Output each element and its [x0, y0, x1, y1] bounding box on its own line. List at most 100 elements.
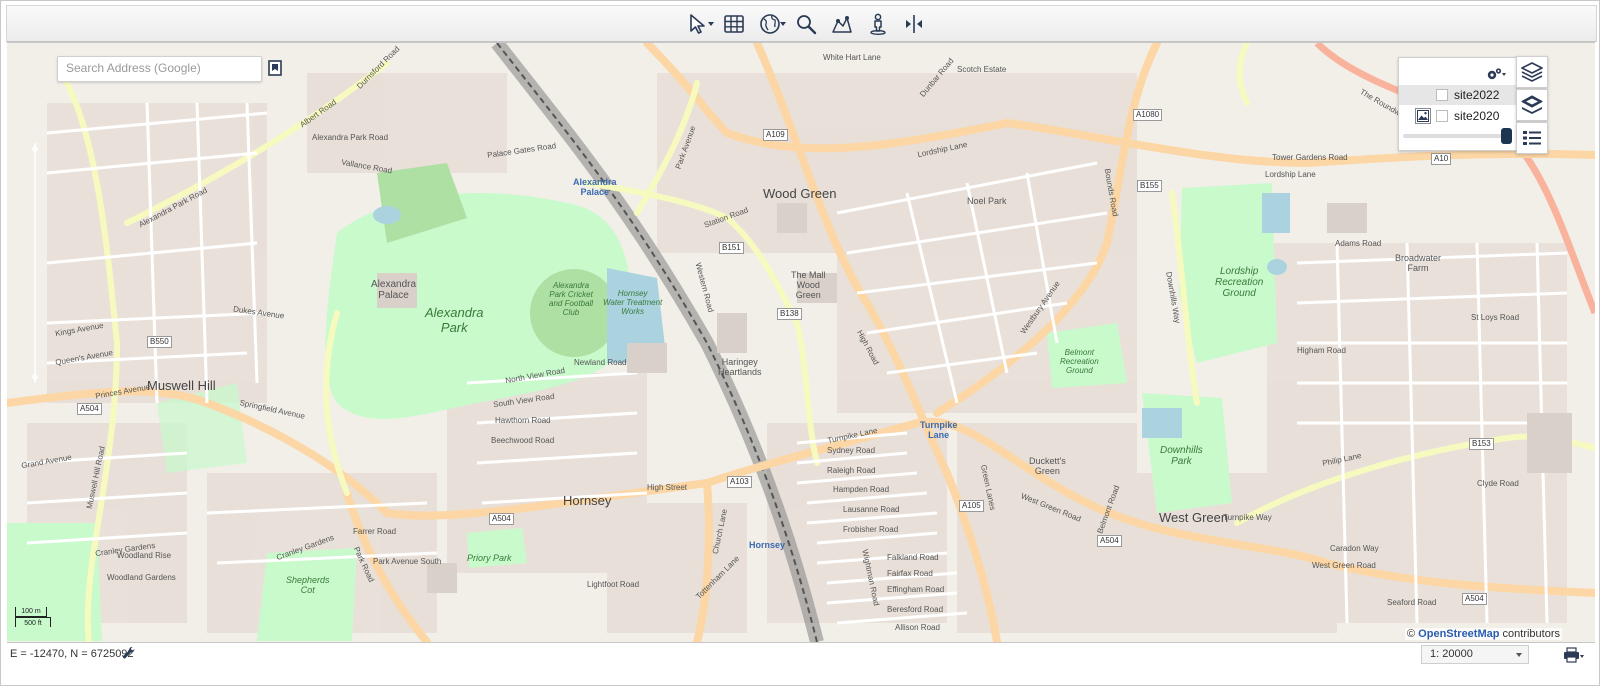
park-label-alexandra-park: Alexandra Park — [425, 305, 484, 335]
basemap-layers-button[interactable] — [1516, 56, 1548, 88]
road-shield-a504-west: A504 — [77, 403, 102, 415]
print-button[interactable] — [1558, 645, 1590, 665]
map-pins-icon — [832, 16, 852, 33]
road-label-lausanne-road: Lausanne Road — [843, 505, 900, 514]
place-label-alexandra-palace: Alexandra Palace — [371, 279, 417, 301]
road-label-turnpike-way: Turnpike Way — [1223, 513, 1272, 522]
road-shield-b151: B151 — [719, 242, 744, 254]
road-label-raleigh-road: Raleigh Road — [827, 466, 876, 475]
place-label-wood-green: Wood Green — [763, 186, 837, 201]
legend-button[interactable] — [1516, 122, 1548, 154]
swipe-tool-button[interactable] — [899, 10, 929, 38]
road-label-white-hart-lane: White Hart Lane — [823, 53, 881, 62]
road-label-falkland-road: Falkland Road — [887, 553, 939, 562]
road-label-effingham-road: Effingham Road — [887, 585, 945, 594]
cursor-arrow-icon — [690, 14, 705, 34]
road-shield-a103: A103 — [727, 476, 752, 488]
road-shield-a504-east: A504 — [1097, 535, 1122, 547]
road-label-farrer-road: Farrer Road — [353, 527, 397, 536]
station-label-turnpike-lane[interactable]: Turnpike Lane — [920, 420, 957, 440]
road-shield-a109: A109 — [763, 129, 788, 141]
magnifier-icon — [797, 15, 817, 35]
layers-icon — [1521, 62, 1543, 82]
wrench-icon — [122, 646, 135, 659]
app-window: Wood Green Muswell Hill Hornsey West Gre… — [0, 0, 1600, 686]
globe-tool-button[interactable] — [755, 10, 786, 38]
attribution-osm-link[interactable]: OpenStreetMap — [1418, 628, 1499, 640]
image-icon — [1417, 110, 1429, 122]
road-label-hawthorn-road: Hawthorn Road — [495, 416, 551, 425]
road-shield-b550: B550 — [147, 336, 172, 348]
road-label-seaford-road: Seaford Road — [1387, 598, 1437, 607]
map-scale-value: 1: 20000 — [1430, 648, 1473, 660]
toolbar — [6, 5, 1597, 42]
split-arrows-icon — [906, 15, 922, 33]
road-label-st-loys-road: St Loys Road — [1471, 313, 1520, 322]
dropdown-caret — [780, 22, 786, 26]
layer-checkbox-site2020[interactable] — [1436, 110, 1448, 122]
park-label-priory-park: Priory Park — [467, 553, 512, 563]
layer-row-site2020[interactable]: site2020 — [1399, 106, 1516, 126]
road-shield-b153: B153 — [1469, 438, 1494, 450]
map-canvas[interactable]: Wood Green Muswell Hill Hornsey West Gre… — [7, 42, 1595, 643]
address-search-input[interactable] — [58, 57, 264, 79]
layers-filled-icon — [1521, 95, 1543, 114]
table-tool-button[interactable] — [719, 10, 749, 38]
map-features-tool-button[interactable] — [827, 10, 857, 38]
park-label-cricket-club: Alexandra Park Cricket and Football Club — [549, 281, 594, 317]
road-label-frobisher-road: Frobisher Road — [843, 525, 899, 534]
road-label-lightfoot-road: Lightfoot Road — [587, 580, 640, 589]
layer-opacity-slider[interactable] — [1403, 128, 1512, 144]
chevron-down-icon — [1516, 653, 1522, 657]
road-label-allison-road: Allison Road — [895, 623, 940, 632]
street-view-tool-button[interactable] — [863, 10, 893, 38]
opacity-slider-handle[interactable] — [1501, 128, 1512, 144]
road-shield-b138: B138 — [777, 308, 802, 320]
road-label-clyde-road: Clyde Road — [1477, 479, 1519, 488]
road-shield-a504-far-east: A504 — [1462, 593, 1487, 605]
map-scale-select[interactable]: 1: 20000 — [1421, 645, 1529, 664]
address-search-box — [57, 56, 264, 82]
layer-panel: site2022 site2020 — [1398, 57, 1517, 151]
road-label-park-avenue-south: Park Avenue South — [373, 557, 442, 566]
station-label-hornsey[interactable]: Hornsey — [749, 540, 785, 550]
road-label-woodland-rise: Woodland Rise — [117, 551, 172, 560]
bookmark-button[interactable] — [266, 58, 284, 78]
road-shield-a1080: A1080 — [1133, 109, 1163, 121]
layer-thumbnail[interactable] — [1415, 108, 1431, 124]
road-label-caradon-way: Caradon Way — [1330, 544, 1379, 553]
zoom-slider[interactable] — [31, 143, 39, 383]
zoom-tool-button[interactable] — [791, 10, 821, 38]
coordinate-settings-button[interactable] — [122, 646, 138, 662]
park-label-lordship-rec: Lordship Recreation Ground — [1215, 266, 1264, 299]
dropdown-caret — [708, 22, 714, 26]
attribution-copyright: © — [1407, 628, 1416, 640]
layer-row-site2022[interactable]: site2022 — [1399, 85, 1516, 105]
tool-group — [683, 10, 929, 38]
attribution-suffix: contributors — [1502, 628, 1561, 640]
pegman-icon — [870, 13, 886, 35]
cursor-coordinates: E = -12470, N = 6725092 — [10, 648, 134, 660]
road-label-beresford-road: Beresford Road — [887, 605, 944, 614]
overlay-layers-button[interactable] — [1516, 89, 1548, 121]
layer-label: site2022 — [1454, 88, 1500, 102]
table-grid-icon — [724, 15, 744, 33]
road-label-fairfax-road: Fairfax Road — [887, 569, 933, 578]
road-label-scotch-estate: Scotch Estate — [957, 65, 1007, 74]
place-label-the-mall: The Mall Wood Green — [791, 270, 826, 300]
map-attribution: © OpenStreetMap contributors — [1405, 628, 1563, 640]
layer-checkbox-site2022[interactable] — [1436, 89, 1448, 101]
layer-settings-button[interactable] — [1485, 66, 1507, 82]
select-tool-button[interactable] — [683, 10, 714, 38]
road-shield-a105: A105 — [959, 500, 984, 512]
place-label-hornsey: Hornsey — [563, 493, 612, 508]
road-label-sydney-road: Sydney Road — [827, 446, 876, 455]
station-label-alexandra-palace[interactable]: Alexandra Palace — [573, 177, 617, 197]
layer-label: site2020 — [1454, 109, 1500, 123]
legend-list-icon — [1523, 131, 1541, 145]
place-label-haringey-heartlands: Haringey Heartlands — [718, 357, 762, 377]
park-label-downhills-park: Downhills Park — [1160, 445, 1203, 467]
road-label-woodland-gardens: Woodland Gardens — [107, 573, 176, 582]
scale-bar-metric: 100 m — [15, 607, 47, 617]
map-scale-bar: 100 m 500 ft — [15, 607, 51, 629]
